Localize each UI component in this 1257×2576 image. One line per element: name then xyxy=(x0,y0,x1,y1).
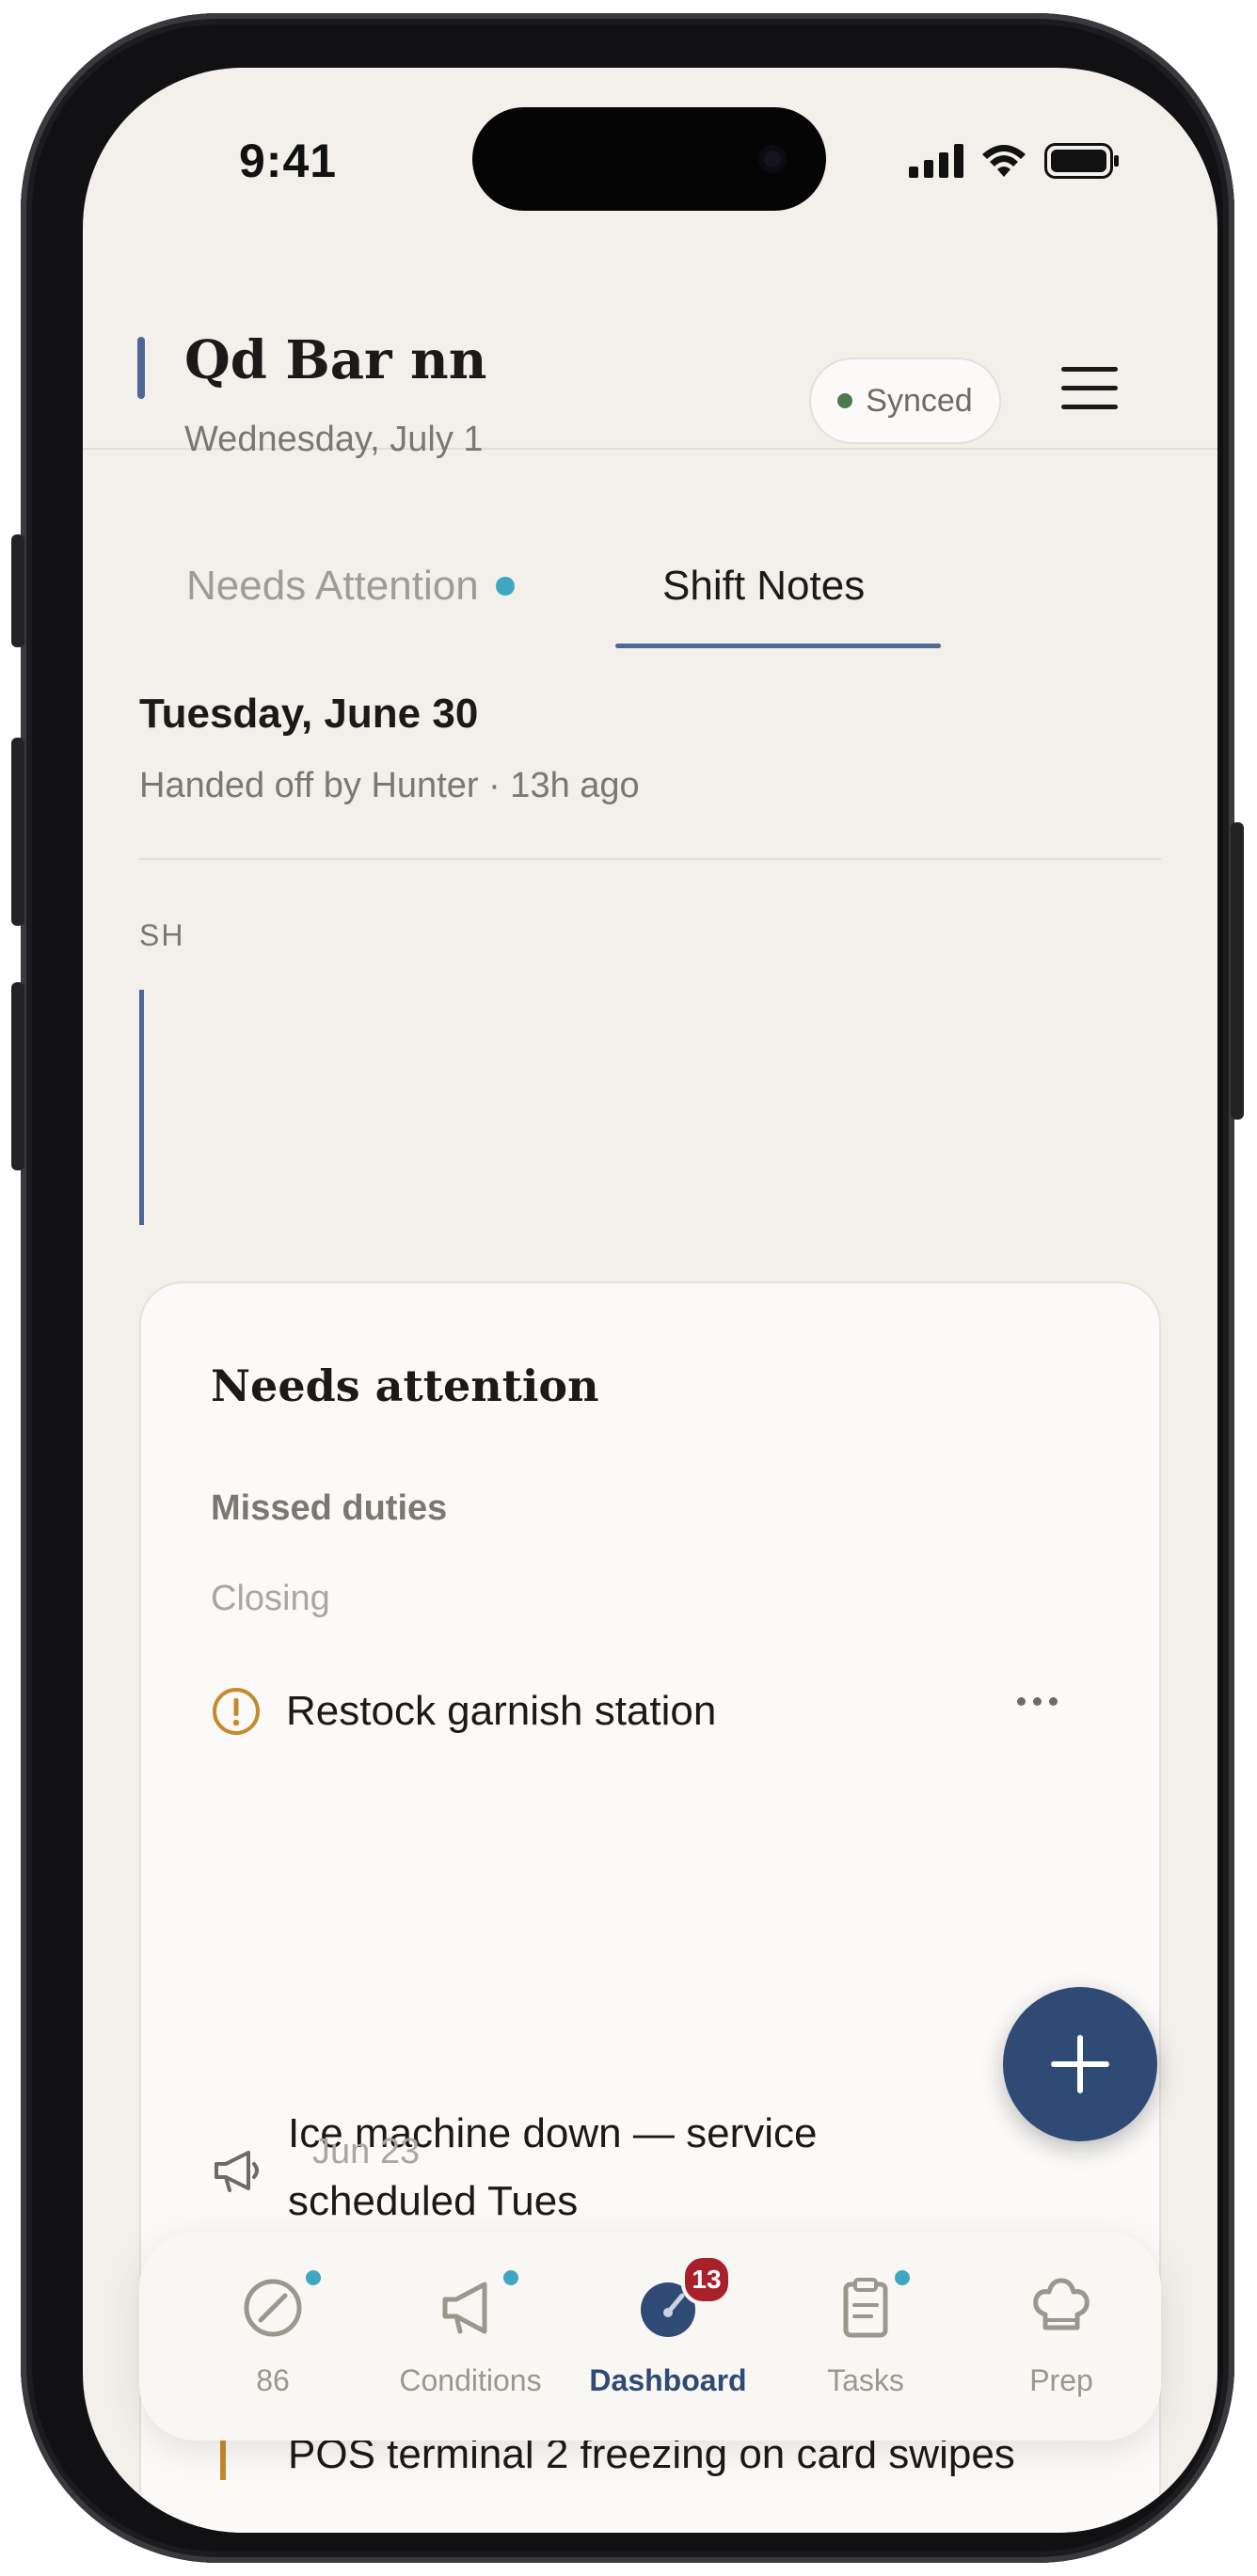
note-accent-bar xyxy=(139,990,144,1225)
nav-label: Prep xyxy=(1029,2363,1093,2397)
eighty-six-icon xyxy=(244,2279,302,2337)
nav-item-tasks[interactable]: Tasks xyxy=(772,2232,960,2441)
nav-item-prep[interactable]: Prep xyxy=(967,2232,1155,2441)
power-button xyxy=(1231,822,1244,1120)
menu-line xyxy=(1061,367,1118,372)
nav-label: Conditions xyxy=(399,2363,542,2397)
notification-badge: 13 xyxy=(681,2254,732,2305)
megaphone-icon xyxy=(215,2151,259,2192)
missed-duty-row[interactable]: Restock garnish station xyxy=(211,1678,1095,1744)
nav-item-86[interactable]: 86 xyxy=(179,2232,367,2441)
nav-dot-indicator xyxy=(303,2267,324,2288)
menu-line xyxy=(1061,405,1118,409)
flag-icon xyxy=(220,2437,226,2480)
screen: 9:41 Qd Bar nn Wednesday, July 1 Synced … xyxy=(83,68,1217,2533)
section-label: SH xyxy=(139,918,185,952)
nav-label: Dashboard xyxy=(589,2363,747,2397)
nav-dot-indicator xyxy=(892,2267,913,2288)
warning-circle-icon xyxy=(213,1688,260,1735)
sync-status-label: Synced xyxy=(866,382,973,419)
tab-needs-attention-label: Needs Attention xyxy=(186,563,479,609)
missed-duty-text: Restock garnish station xyxy=(286,1688,717,1734)
nav-label: 86 xyxy=(256,2363,290,2397)
status-icons xyxy=(909,143,1120,179)
active-tab-indicator xyxy=(615,644,941,648)
shift-date: Tuesday, June 30 xyxy=(139,691,479,737)
nav-item-dashboard[interactable]: 13 Dashboard xyxy=(574,2232,762,2441)
volume-up-button xyxy=(11,738,24,926)
chef-hat-icon xyxy=(1033,2278,1090,2330)
phone-frame: 9:41 Qd Bar nn Wednesday, July 1 Synced … xyxy=(11,13,1244,2563)
dynamic-island xyxy=(472,107,826,211)
wifi-icon xyxy=(982,145,1026,177)
plus-icon xyxy=(1051,2035,1109,2093)
dot xyxy=(1017,1697,1026,1706)
venue-title: Qd Bar nn xyxy=(184,329,487,391)
duty-group-label: Closing xyxy=(211,1579,330,1618)
action-button xyxy=(11,534,24,647)
note-date: Jun 23 xyxy=(312,2132,421,2171)
tab-shift-notes[interactable]: Shift Notes xyxy=(662,563,865,610)
battery-icon xyxy=(1044,143,1119,179)
megaphone-icon xyxy=(442,2282,487,2334)
tab-shift-notes-label: Shift Notes xyxy=(662,563,866,609)
sync-status-badge[interactable]: Synced xyxy=(809,358,1001,444)
tab-bar: Needs Attention Shift Notes xyxy=(83,538,1217,651)
more-options-button[interactable] xyxy=(1017,1697,1058,1706)
nav-item-conditions[interactable]: Conditions xyxy=(376,2232,565,2441)
status-bar: 9:41 xyxy=(83,68,1217,218)
nav-label: Tasks xyxy=(827,2363,904,2397)
dot xyxy=(1049,1697,1058,1706)
volume-down-button xyxy=(11,982,24,1170)
unread-dot-icon xyxy=(495,577,515,596)
header-accent-bar xyxy=(137,337,145,399)
card-subtitle: Missed duties xyxy=(211,1488,448,1528)
header-date: Wednesday, July 1 xyxy=(184,420,484,459)
section-divider xyxy=(139,858,1161,860)
clipboard-icon xyxy=(843,2278,888,2338)
handoff-info: Handed off by Hunter · 13h ago xyxy=(139,766,640,805)
tab-needs-attention[interactable]: Needs Attention xyxy=(186,563,515,610)
menu-line xyxy=(1061,386,1118,390)
app-header: Qd Bar nn Wednesday, July 1 Synced xyxy=(83,282,1217,459)
nav-dot-indicator xyxy=(501,2267,521,2288)
sync-dot-icon xyxy=(837,393,853,408)
cellular-signal-icon xyxy=(909,144,963,178)
bottom-nav: 86 Conditions 13 Dashboard Tasks Prep xyxy=(139,2232,1161,2441)
card-title: Needs attention xyxy=(211,1360,599,1411)
dot xyxy=(1033,1697,1042,1706)
camera-icon xyxy=(758,145,787,173)
status-time: 9:41 xyxy=(239,135,338,187)
add-note-button[interactable] xyxy=(1003,1987,1157,2141)
hamburger-menu-button[interactable] xyxy=(1061,367,1118,414)
